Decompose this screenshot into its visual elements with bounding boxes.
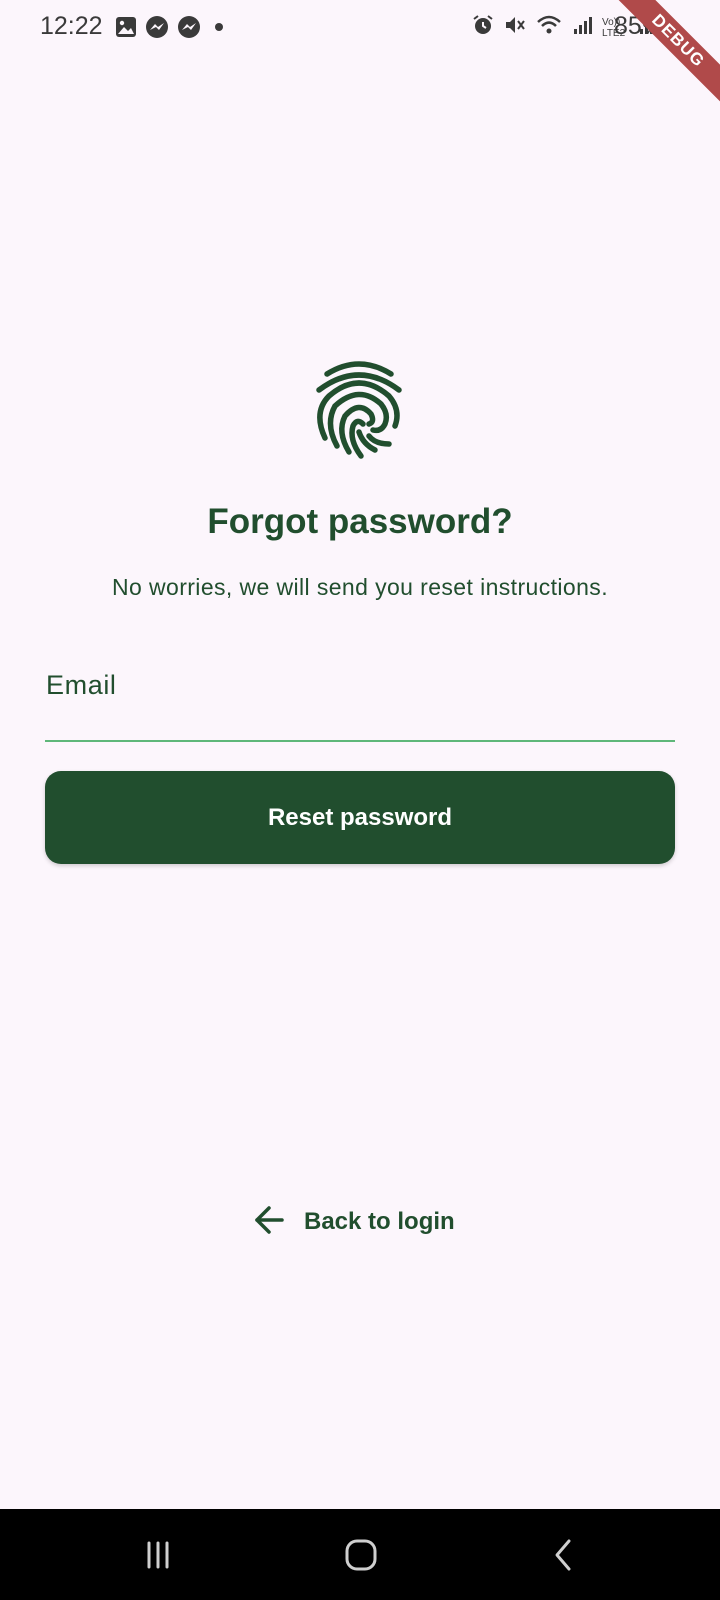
email-field[interactable]: Email: [45, 660, 675, 742]
debug-ribbon-label: DEBUG: [612, 0, 720, 107]
home-icon[interactable]: [341, 1537, 381, 1573]
debug-banner: DEBUG: [600, 0, 720, 120]
reset-password-button[interactable]: Reset password: [45, 771, 675, 864]
signal-icon: [572, 15, 592, 40]
messenger-icon: [177, 15, 201, 44]
messenger-icon: [145, 15, 169, 44]
page-title: Forgot password?: [207, 502, 513, 541]
gallery-icon: [115, 16, 137, 43]
fingerprint-icon: [311, 360, 407, 460]
back-to-login-link[interactable]: Back to login: [252, 1200, 455, 1244]
status-left-icons: [115, 15, 229, 44]
alarm-icon: [472, 14, 494, 41]
arrow-left-icon: [252, 1203, 286, 1242]
status-time: 12:22: [40, 12, 103, 40]
mute-icon: [504, 14, 526, 41]
back-icon[interactable]: [544, 1537, 584, 1573]
dot-icon: [209, 17, 229, 42]
wifi-icon: [536, 14, 562, 41]
page-subtitle: No worries, we will send you reset instr…: [112, 574, 608, 600]
navigation-bar: [0, 1509, 720, 1600]
email-input[interactable]: [45, 660, 675, 740]
recent-apps-icon[interactable]: [138, 1537, 178, 1573]
back-to-login-label: Back to login: [304, 1208, 455, 1235]
